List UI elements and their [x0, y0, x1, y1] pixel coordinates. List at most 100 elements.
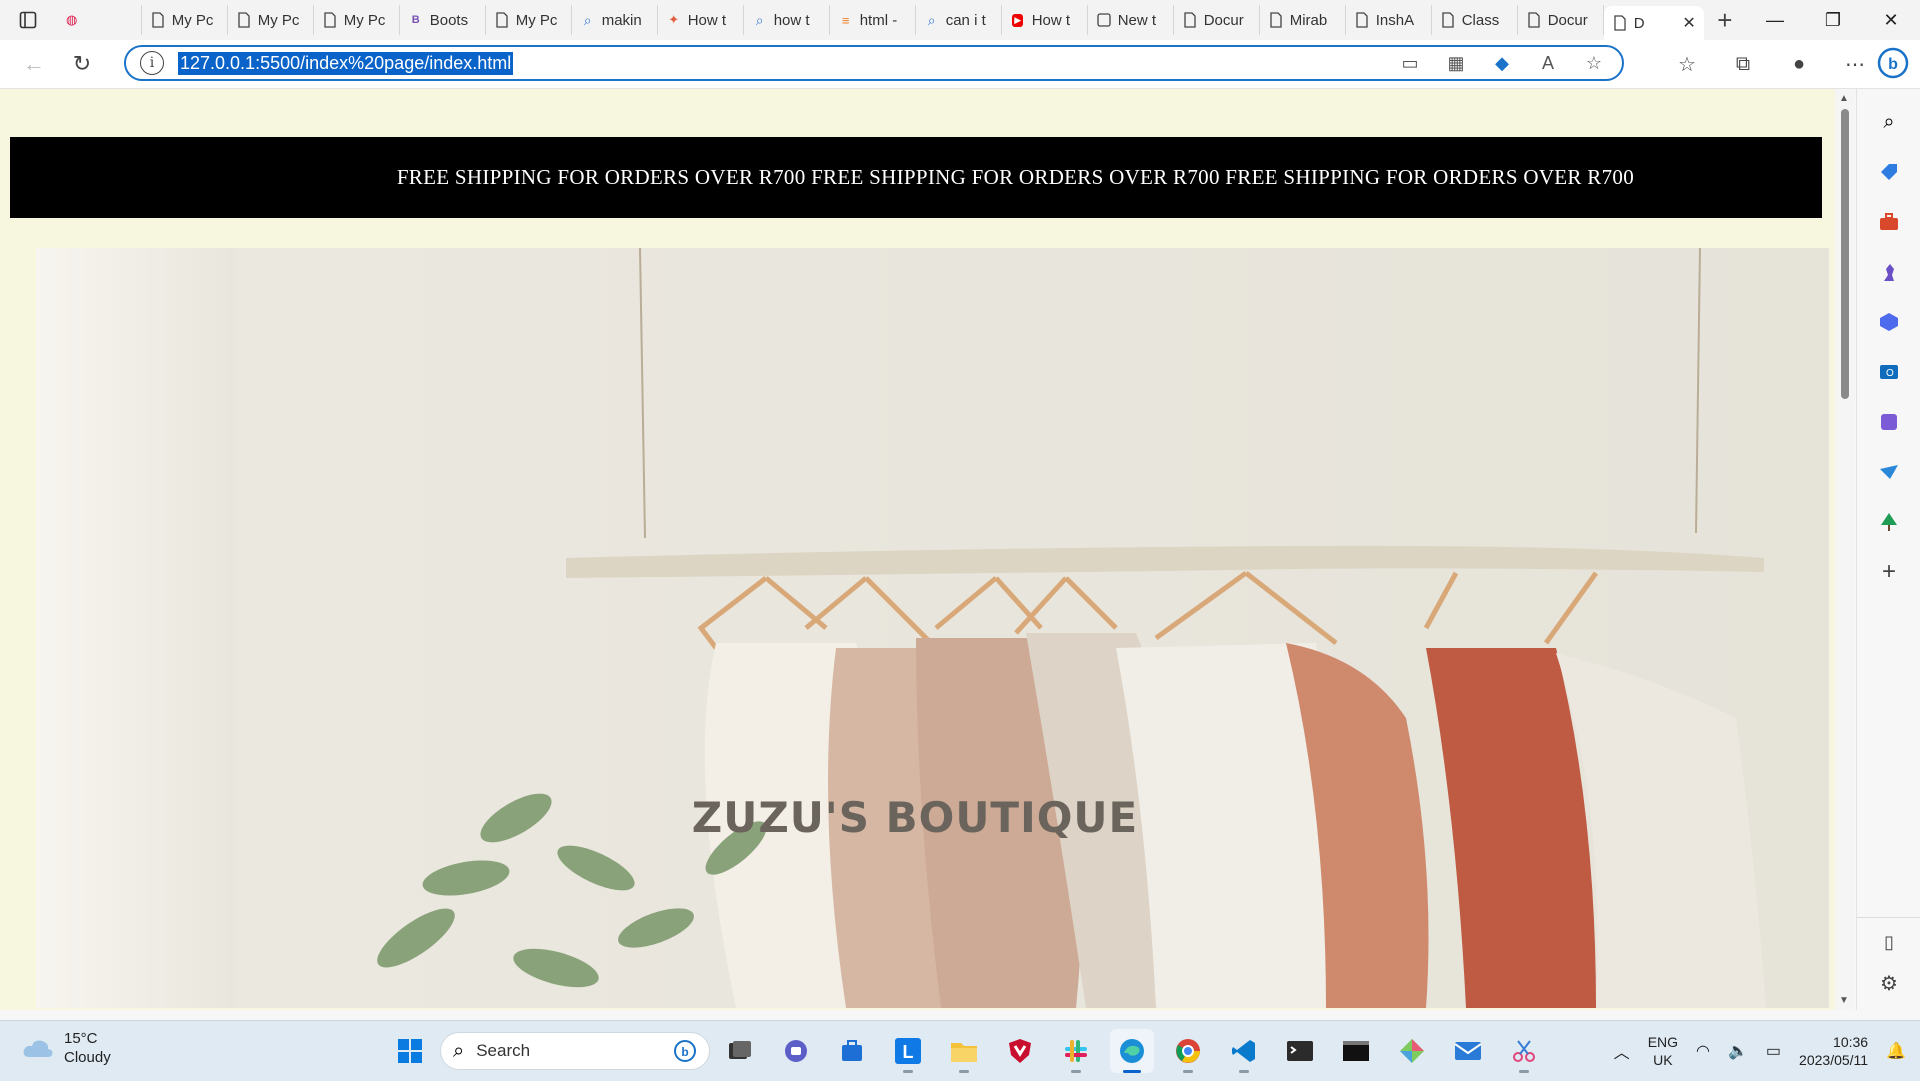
weather-widget[interactable]: 15°C Cloudy	[22, 1029, 111, 1067]
browser-tab[interactable]: ≡ html -	[830, 5, 916, 35]
browser-tab[interactable]: My Pc	[228, 5, 314, 35]
sidebar-tree-button[interactable]	[1872, 505, 1906, 539]
app-available-icon[interactable]: ▭	[1396, 49, 1424, 77]
tab-label: My Pc	[515, 11, 558, 29]
tab-label: My Pc	[171, 11, 214, 29]
address-bar-actions: ▭ ▦ ◆ A ☆	[1396, 49, 1622, 77]
sidebar-shopping-button[interactable]	[1872, 155, 1906, 189]
page-icon	[322, 12, 338, 28]
sidebar-games-button[interactable]	[1872, 255, 1906, 289]
browser-tab[interactable]: Docur	[1174, 5, 1260, 35]
mcafee-button[interactable]	[998, 1029, 1042, 1073]
browser-tab[interactable]: B Boots	[400, 5, 486, 35]
chrome-button[interactable]	[1166, 1029, 1210, 1073]
browser-tab[interactable]: InshA	[1346, 5, 1432, 35]
tab-label: can i t	[945, 11, 986, 29]
browser-tab[interactable]: ⌕ how t	[744, 5, 830, 35]
svg-text:L: L	[903, 1042, 914, 1062]
battery-icon[interactable]: ▭	[1766, 1041, 1781, 1061]
terminal-button[interactable]	[1278, 1029, 1322, 1073]
edge-sidebar: ⌕ O + ▯ ⚙	[1856, 89, 1920, 1010]
tree-icon	[1881, 513, 1897, 531]
tab-label: Boots	[429, 11, 469, 29]
close-tab-icon[interactable]: ✕	[1682, 13, 1695, 33]
more-options-icon[interactable]: ⋯	[1840, 49, 1870, 79]
wifi-icon[interactable]: ◠	[1696, 1041, 1710, 1061]
shopping-tag-icon[interactable]: ◆	[1488, 49, 1516, 77]
window-controls: — ❐ ✕	[1746, 0, 1920, 40]
sidebar-office-button[interactable]	[1872, 305, 1906, 339]
edge-button[interactable]	[1110, 1029, 1154, 1073]
taskbar-search[interactable]: ⌕ Search b	[440, 1032, 710, 1070]
snipping-tool-button[interactable]	[1502, 1029, 1546, 1073]
show-hidden-icons-icon[interactable]: ︿	[1614, 1039, 1630, 1063]
scroll-up-arrow-icon[interactable]: ▲	[1839, 93, 1849, 104]
vertical-scrollbar[interactable]: ▲ ▼	[1835, 89, 1855, 1010]
volume-icon[interactable]: 🔈	[1728, 1041, 1748, 1061]
shipping-banner: FREE SHIPPING FOR ORDERS OVER R700 FREE …	[10, 137, 1822, 218]
start-button[interactable]	[388, 1029, 432, 1073]
scroll-down-arrow-icon[interactable]: ▼	[1839, 995, 1849, 1006]
browser-tab[interactable]: Docur	[1518, 5, 1604, 35]
sidebar-bottom: ▯ ⚙	[1857, 917, 1920, 1010]
read-aloud-icon[interactable]: A	[1534, 49, 1562, 77]
l-app-button[interactable]: L	[886, 1029, 930, 1073]
sidebar-add-button[interactable]: +	[1872, 555, 1906, 589]
sidebar-outlook-button[interactable]: O	[1872, 355, 1906, 389]
active-browser-tab[interactable]: D ✕	[1603, 6, 1704, 40]
favorites-icon[interactable]: ☆	[1672, 49, 1702, 79]
browser-tab[interactable]: ◍	[56, 5, 142, 35]
bing-icon: b	[1877, 47, 1909, 79]
store-button[interactable]	[830, 1029, 874, 1073]
add-favorite-icon[interactable]: ☆	[1580, 49, 1608, 77]
task-view-button[interactable]	[718, 1029, 762, 1073]
profile-icon[interactable]: ●	[1784, 49, 1814, 79]
site-info-icon[interactable]: i	[140, 51, 164, 75]
tab-actions-button[interactable]	[0, 0, 56, 40]
file-explorer-button[interactable]	[942, 1029, 986, 1073]
sidebar-layout-icon[interactable]: ▯	[1884, 932, 1894, 953]
browser-tab[interactable]: New t	[1088, 5, 1174, 35]
sidebar-search-button[interactable]: ⌕	[1872, 105, 1906, 139]
sidebar-designer-button[interactable]	[1872, 405, 1906, 439]
sidebar-send-button[interactable]	[1872, 455, 1906, 489]
notifications-icon[interactable]: 🔔	[1886, 1041, 1906, 1061]
close-window-button[interactable]: ✕	[1862, 0, 1920, 40]
browser-tab[interactable]: Class	[1432, 5, 1518, 35]
cmd-button[interactable]	[1334, 1029, 1378, 1073]
toolbox-icon	[1880, 213, 1898, 230]
clock[interactable]: 10:36 2023/05/11	[1799, 1033, 1868, 1069]
browser-tab[interactable]: ⌕ makin	[572, 5, 658, 35]
address-bar[interactable]: i 127.0.0.1:5500/index%20page/index.html…	[124, 45, 1624, 81]
browser-tab[interactable]: ▶ How t	[1002, 5, 1088, 35]
browser-tab[interactable]: ⌕ can i t	[916, 5, 1002, 35]
browser-tab[interactable]: ✦ How t	[658, 5, 744, 35]
tab-label: How t	[1031, 11, 1071, 29]
sidebar-tools-button[interactable]	[1872, 205, 1906, 239]
settings-gear-icon[interactable]: ⚙	[1880, 971, 1898, 996]
chrome-icon	[1176, 1039, 1200, 1063]
restore-button[interactable]: ❐	[1804, 0, 1862, 40]
browser-tab[interactable]: Mirab	[1260, 5, 1346, 35]
browser-tab[interactable]: My Pc	[142, 5, 228, 35]
collections-icon[interactable]: ⧉	[1728, 49, 1758, 79]
refresh-button[interactable]: ↻	[58, 40, 106, 88]
browser-tab[interactable]: My Pc	[314, 5, 400, 35]
page-icon	[1182, 12, 1198, 28]
shopping-tag-icon	[1881, 164, 1897, 180]
vscode-button[interactable]	[1222, 1029, 1266, 1073]
browser-tab[interactable]: My Pc	[486, 5, 572, 35]
extensions-grid-icon[interactable]: ▦	[1442, 49, 1470, 77]
url-text[interactable]: 127.0.0.1:5500/index%20page/index.html	[178, 51, 514, 75]
mail-button[interactable]	[1446, 1029, 1490, 1073]
slack-button[interactable]	[1054, 1029, 1098, 1073]
back-button[interactable]: ←	[10, 40, 58, 88]
minimize-button[interactable]: —	[1746, 0, 1804, 40]
teams-chat-button[interactable]	[774, 1029, 818, 1073]
new-tab-button[interactable]: +	[1704, 0, 1746, 40]
vertical-scroll-thumb[interactable]	[1841, 109, 1849, 399]
git-app-button[interactable]	[1390, 1029, 1434, 1073]
language-indicator[interactable]: ENG UK	[1648, 1033, 1678, 1069]
page-icon	[236, 12, 252, 28]
bing-chat-button[interactable]: b	[1874, 44, 1912, 82]
